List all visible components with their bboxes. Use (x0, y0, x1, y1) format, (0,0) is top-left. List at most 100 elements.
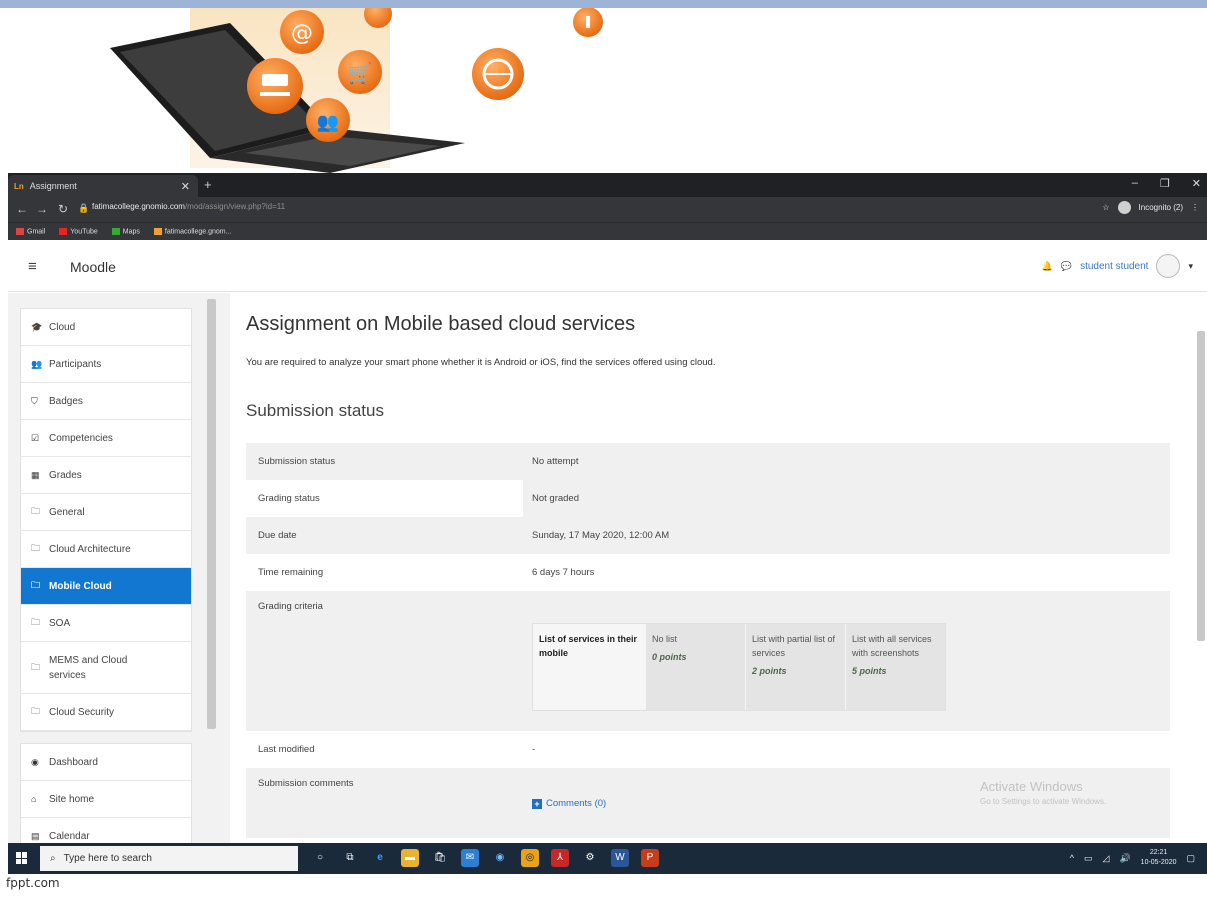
url-field[interactable]: fatimacollege.gnomio.com/mod/assign/view… (92, 202, 285, 211)
sidebar-item-label: Participants (49, 358, 102, 370)
incognito-label[interactable]: Incognito (2) (1139, 203, 1183, 212)
forward-icon[interactable]: → (36, 202, 48, 216)
close-tab-icon[interactable]: ✕ (181, 180, 190, 193)
chrome-icon[interactable]: ◎ (521, 849, 539, 867)
table-row: Grading criteria List of services in the… (246, 591, 1170, 731)
mail-icon[interactable]: ✉ (461, 849, 479, 867)
window-controls: – ❐ ✕ (1132, 177, 1201, 190)
sidebar-item-cloud-architecture[interactable]: 🗀 Cloud Architecture (21, 531, 191, 568)
settings-gear-icon[interactable]: ⚙ (581, 849, 599, 867)
slide-footer-brand: fppt.com (6, 876, 60, 890)
sidebar-item-label: Cloud Security (49, 706, 115, 718)
site-brand[interactable]: Moodle (70, 259, 116, 275)
rubric-criterion: List of services in their mobile (533, 624, 645, 710)
menu-kebab-icon[interactable]: ⋮ (1191, 203, 1199, 212)
page-scrollbar[interactable] (1197, 331, 1205, 641)
rubric-level: List with partial list of services 2 poi… (745, 624, 845, 710)
bookmark-gmail[interactable]: Gmail (16, 227, 45, 235)
site-nav-block: ◉ Dashboard ⌂ Site home ▤ Calendar (20, 743, 192, 856)
sidebar-item-soa[interactable]: 🗀 SOA (21, 605, 191, 642)
new-tab-icon[interactable]: + (204, 177, 212, 192)
rubric-level-desc: List with all services with screenshots (852, 634, 932, 658)
word-icon[interactable]: W (611, 849, 629, 867)
taskbar-search-placeholder: Type here to search (63, 853, 152, 864)
windows-start-icon[interactable] (16, 852, 28, 864)
bookmark-fatimacollege[interactable]: fatimacollege.gnom... (153, 227, 231, 235)
avatar[interactable] (1156, 254, 1181, 278)
sidebar-item-label: Calendar (49, 830, 90, 842)
battery-icon[interactable]: ▭ (1084, 853, 1093, 864)
sidebar-item-general[interactable]: 🗀 General (21, 494, 191, 531)
assignment-intro: You are required to analyze your smart p… (246, 357, 716, 368)
row-value: Sunday, 17 May 2020, 12:00 AM (532, 530, 670, 541)
powerpoint-icon[interactable]: P (641, 849, 659, 867)
incognito-area: ☆ Incognito (2) ⋮ (1102, 201, 1199, 214)
moodle-favicon-icon (153, 227, 162, 235)
sidebar-item-grades[interactable]: ▦ Grades (21, 457, 191, 494)
sidebar-item-cloud-security[interactable]: 🗀 Cloud Security (21, 694, 191, 731)
page-title: Assignment on Mobile based cloud service… (246, 313, 636, 335)
svg-text:👥: 👥 (317, 112, 339, 133)
calendar-icon: ▤ (31, 830, 40, 841)
sidebar-item-mems-and-cloud-services[interactable]: 🗀 MEMS and Cloud services (21, 642, 191, 694)
rubric-level-points: 0 points (652, 652, 687, 662)
taskbar-search[interactable]: ⌕ Type here to search (40, 846, 298, 871)
task-view-icon[interactable]: ⧉ (341, 849, 359, 867)
reload-icon[interactable]: ↻ (58, 202, 68, 216)
sidebar-item-site-home[interactable]: ⌂ Site home (21, 781, 191, 818)
system-tray: ^ ▭ ◿ 🔊 22:21 10-05-2020 ▢ (1070, 848, 1195, 868)
row-value: No attempt (532, 456, 579, 467)
hamburger-menu-icon[interactable]: ≡ (28, 258, 37, 275)
sidebar-item-label: Dashboard (49, 756, 98, 768)
system-clock[interactable]: 22:21 10-05-2020 (1141, 848, 1177, 868)
rubric-level: List with all services with screenshots … (845, 624, 945, 710)
sidebar-item-competencies[interactable]: ☑ Competencies (21, 420, 191, 457)
edge-icon[interactable]: e (371, 849, 389, 867)
folder-icon: 🗀 (31, 661, 41, 672)
table-row: Submission status No attempt (246, 443, 1170, 480)
folder-icon: 🗀 (31, 580, 41, 590)
network-icon[interactable]: ◿ (1103, 853, 1110, 864)
graduation-cap-icon: 🎓 (31, 321, 43, 332)
rubric-level-points: 2 points (752, 666, 787, 676)
youtube-icon (59, 227, 68, 235)
nav-drawer: 🎓 Cloud 👥 Participants ⛉ Badges ☑ Competencies ▦… (8, 293, 230, 856)
sidebar-item-participants[interactable]: 👥 Participants (21, 346, 191, 383)
row-label: Due date (258, 530, 297, 541)
comments-link[interactable]: + Comments (0) (532, 798, 606, 809)
home-icon: ⌂ (31, 794, 37, 804)
tray-chevron-icon[interactable]: ^ (1070, 853, 1074, 863)
favicon-icon: Ln (14, 181, 24, 191)
user-name[interactable]: student student (1080, 261, 1148, 272)
store-icon[interactable]: 🛍 (431, 849, 449, 867)
drawer-scrollbar[interactable] (207, 299, 216, 729)
minimize-icon[interactable]: – (1132, 177, 1138, 190)
bookmark-maps[interactable]: Maps (111, 227, 140, 235)
bell-icon[interactable]: 🔔 (1042, 261, 1053, 272)
notifications-icon[interactable]: ▢ (1186, 853, 1195, 864)
bookmark-youtube[interactable]: YouTube (59, 227, 98, 235)
star-icon[interactable]: ☆ (1102, 203, 1109, 212)
maximize-icon[interactable]: ❐ (1160, 177, 1170, 190)
sidebar-item-mobile-cloud[interactable]: 🗀 Mobile Cloud (21, 568, 191, 605)
sidebar-item-cloud[interactable]: 🎓 Cloud (21, 309, 191, 346)
close-window-icon[interactable]: ✕ (1192, 177, 1201, 190)
sidebar-item-dashboard[interactable]: ◉ Dashboard (21, 744, 191, 781)
message-icon[interactable]: 💬 (1061, 261, 1072, 272)
volume-icon[interactable]: 🔊 (1119, 853, 1130, 864)
watermark-title: Activate Windows (980, 779, 1083, 794)
cortana-icon[interactable]: ○ (311, 849, 329, 867)
slide-top-bar (0, 0, 1207, 8)
taskbar-apps: ○ ⧉ e ▬ 🛍 ✉ ◉ ◎ ⅄ ⚙ W P (311, 849, 659, 867)
table-row: Due date Sunday, 17 May 2020, 12:00 AM (246, 517, 1170, 554)
pdf-reader-icon[interactable]: ⅄ (551, 849, 569, 867)
svg-text:@: @ (291, 21, 313, 46)
browser-icon[interactable]: ◉ (491, 849, 509, 867)
tab-title: Assignment (29, 181, 77, 191)
sidebar-item-badges[interactable]: ⛉ Badges (21, 383, 191, 420)
back-icon[interactable]: ← (16, 202, 28, 216)
caret-down-icon[interactable]: ▾ (1188, 261, 1193, 272)
browser-tab[interactable]: Ln Assignment ✕ (8, 175, 198, 197)
file-explorer-icon[interactable]: ▬ (401, 849, 419, 867)
table-icon: ▦ (31, 469, 40, 480)
